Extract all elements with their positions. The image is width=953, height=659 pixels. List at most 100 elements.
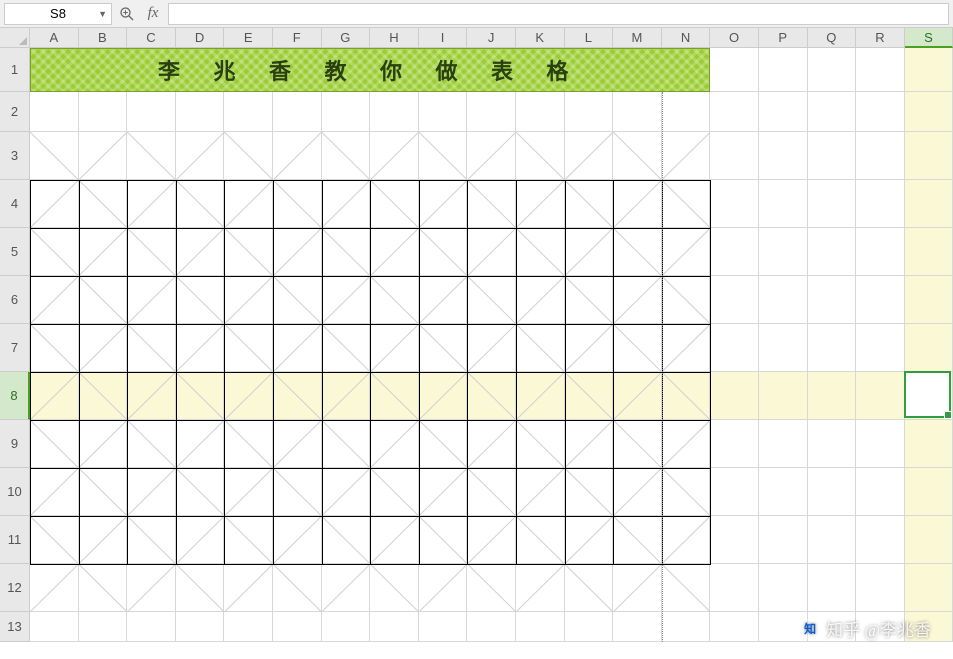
cell-K9[interactable]	[516, 420, 565, 468]
cell-A5[interactable]	[30, 228, 79, 276]
cell-F3[interactable]	[273, 132, 322, 180]
cell-C8[interactable]	[127, 372, 176, 420]
cell-R6[interactable]	[856, 276, 905, 324]
cell-A9[interactable]	[30, 420, 79, 468]
cell-K11[interactable]	[516, 516, 565, 564]
col-header-J[interactable]: J	[467, 28, 516, 48]
cell-Q10[interactable]	[808, 468, 857, 516]
cell-O6[interactable]	[710, 276, 759, 324]
cell-M3[interactable]	[613, 132, 662, 180]
cell-F7[interactable]	[273, 324, 322, 372]
cell-D2[interactable]	[176, 92, 225, 132]
cell-F12[interactable]	[273, 564, 322, 612]
cell-L13[interactable]	[565, 612, 614, 642]
cell-G11[interactable]	[322, 516, 371, 564]
cell-B7[interactable]	[79, 324, 128, 372]
cell-H7[interactable]	[370, 324, 419, 372]
cell-K5[interactable]	[516, 228, 565, 276]
cell-L8[interactable]	[565, 372, 614, 420]
cell-M8[interactable]	[613, 372, 662, 420]
cell-O1[interactable]	[710, 48, 759, 92]
cell-I7[interactable]	[419, 324, 468, 372]
cell-E3[interactable]	[224, 132, 273, 180]
cell-J2[interactable]	[467, 92, 516, 132]
cell-D6[interactable]	[176, 276, 225, 324]
cell-G10[interactable]	[322, 468, 371, 516]
cell-O8[interactable]	[710, 372, 759, 420]
cell-N6[interactable]	[662, 276, 711, 324]
cell-N3[interactable]	[662, 132, 711, 180]
col-header-P[interactable]: P	[759, 28, 808, 48]
cell-C4[interactable]	[127, 180, 176, 228]
cell-H5[interactable]	[370, 228, 419, 276]
cell-D7[interactable]	[176, 324, 225, 372]
cell-S3[interactable]	[905, 132, 953, 180]
cell-F9[interactable]	[273, 420, 322, 468]
cell-K10[interactable]	[516, 468, 565, 516]
row-header-8[interactable]: 8	[0, 372, 30, 420]
cell-O9[interactable]	[710, 420, 759, 468]
cell-F13[interactable]	[273, 612, 322, 642]
cell-N9[interactable]	[662, 420, 711, 468]
cell-O13[interactable]	[710, 612, 759, 642]
cell-R9[interactable]	[856, 420, 905, 468]
cell-F8[interactable]	[273, 372, 322, 420]
cell-G3[interactable]	[322, 132, 371, 180]
cell-N5[interactable]	[662, 228, 711, 276]
row-header-4[interactable]: 4	[0, 180, 30, 228]
cell-O12[interactable]	[710, 564, 759, 612]
cell-D4[interactable]	[176, 180, 225, 228]
cell-S12[interactable]	[905, 564, 953, 612]
cell-H10[interactable]	[370, 468, 419, 516]
cell-M7[interactable]	[613, 324, 662, 372]
cell-A8[interactable]	[30, 372, 79, 420]
cell-A12[interactable]	[30, 564, 79, 612]
cell-E5[interactable]	[224, 228, 273, 276]
cell-P12[interactable]	[759, 564, 808, 612]
cell-Q8[interactable]	[808, 372, 857, 420]
col-header-Q[interactable]: Q	[808, 28, 857, 48]
cell-Q7[interactable]	[808, 324, 857, 372]
cell-O4[interactable]	[710, 180, 759, 228]
cell-A10[interactable]	[30, 468, 79, 516]
row-header-10[interactable]: 10	[0, 468, 30, 516]
cell-C6[interactable]	[127, 276, 176, 324]
name-box[interactable]: S8 ▼	[4, 3, 112, 25]
cell-C9[interactable]	[127, 420, 176, 468]
cell-J4[interactable]	[467, 180, 516, 228]
cell-M5[interactable]	[613, 228, 662, 276]
cell-H13[interactable]	[370, 612, 419, 642]
cell-K12[interactable]	[516, 564, 565, 612]
row-header-7[interactable]: 7	[0, 324, 30, 372]
col-header-F[interactable]: F	[273, 28, 322, 48]
col-header-A[interactable]: A	[30, 28, 79, 48]
cell-D10[interactable]	[176, 468, 225, 516]
cell-C5[interactable]	[127, 228, 176, 276]
cell-L11[interactable]	[565, 516, 614, 564]
col-header-M[interactable]: M	[613, 28, 662, 48]
row-header-11[interactable]: 11	[0, 516, 30, 564]
cell-K4[interactable]	[516, 180, 565, 228]
cell-E12[interactable]	[224, 564, 273, 612]
cell-R1[interactable]	[856, 48, 905, 92]
cell-A2[interactable]	[30, 92, 79, 132]
cell-N12[interactable]	[662, 564, 711, 612]
cell-N8[interactable]	[662, 372, 711, 420]
cell-D5[interactable]	[176, 228, 225, 276]
cell-H6[interactable]	[370, 276, 419, 324]
select-all-corner[interactable]	[0, 28, 30, 48]
cell-B4[interactable]	[79, 180, 128, 228]
cell-G12[interactable]	[322, 564, 371, 612]
cell-M6[interactable]	[613, 276, 662, 324]
cell-C2[interactable]	[127, 92, 176, 132]
cell-R10[interactable]	[856, 468, 905, 516]
cell-E4[interactable]	[224, 180, 273, 228]
cell-P9[interactable]	[759, 420, 808, 468]
cell-Q12[interactable]	[808, 564, 857, 612]
cell-P10[interactable]	[759, 468, 808, 516]
cell-Q2[interactable]	[808, 92, 857, 132]
cell-J10[interactable]	[467, 468, 516, 516]
cell-L6[interactable]	[565, 276, 614, 324]
cell-A13[interactable]	[30, 612, 79, 642]
cell-Q11[interactable]	[808, 516, 857, 564]
